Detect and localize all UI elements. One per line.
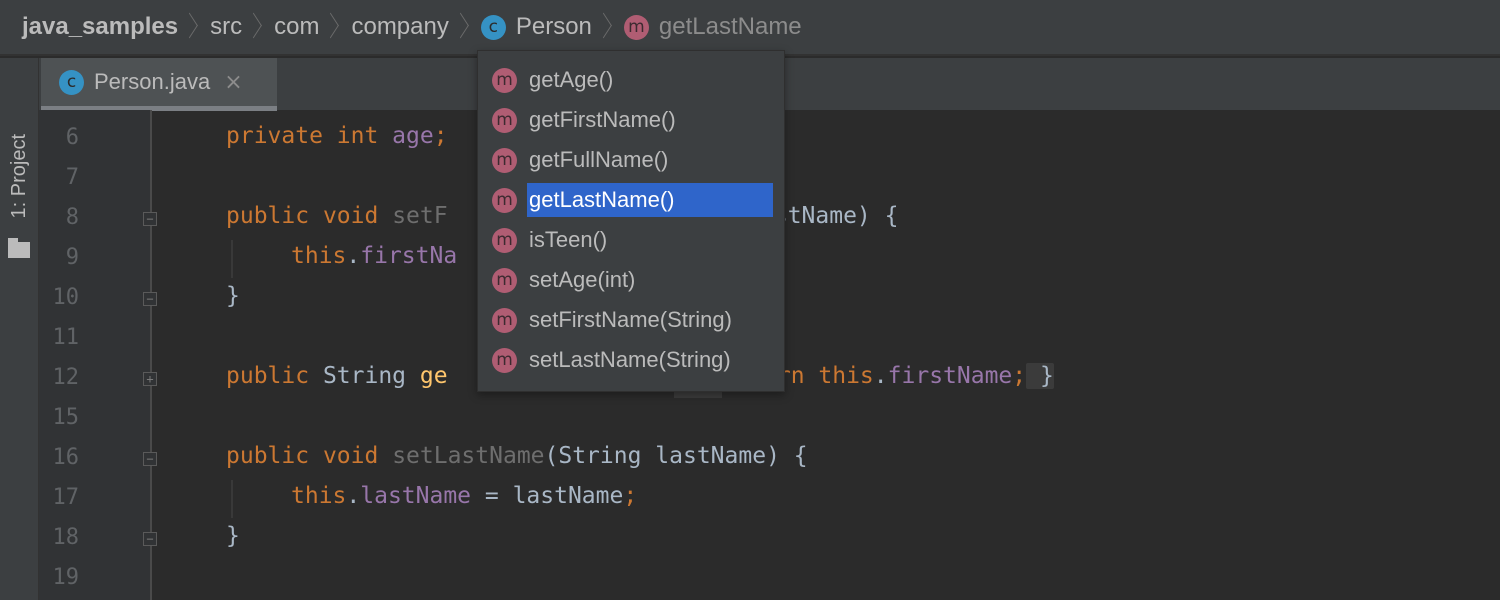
breadcrumb-java-samples[interactable]: java_samples (22, 13, 178, 41)
popup-item-setlastname[interactable]: m setLastName(String) (492, 340, 733, 380)
popup-item-setage[interactable]: m setAge(int) (492, 260, 637, 300)
breadcrumb-src[interactable]: src (210, 13, 242, 41)
breadcrumb-separator (600, 12, 614, 42)
breadcrumb-separator (327, 12, 341, 42)
code-line-9[interactable]: this.firstNa (291, 243, 457, 269)
fold-collapse-icon[interactable]: − (143, 452, 157, 466)
line-number: 6 (65, 125, 79, 150)
indent-guide (231, 480, 233, 518)
code-line-12[interactable]: public String ge (226, 363, 448, 389)
method-icon: m (492, 147, 517, 173)
indent-guide (231, 240, 233, 278)
method-icon: m (492, 347, 517, 373)
method-icon: m (492, 67, 517, 93)
line-number: 10 (52, 285, 80, 310)
breadcrumb-separator (250, 12, 264, 42)
breadcrumb-company[interactable]: company (351, 13, 448, 41)
method-icon: m (623, 14, 649, 40)
popup-item-getlastname[interactable]: m getLastName() (492, 180, 773, 220)
class-icon: c (59, 69, 84, 95)
tab-person-java[interactable]: c Person.java × (41, 58, 277, 111)
code-line-12-tail[interactable]: urn this.firstName; } (763, 363, 1054, 389)
line-number: 19 (52, 565, 80, 590)
popup-item-getage[interactable]: m getAge() (492, 60, 615, 100)
code-line-6[interactable]: private int age; (226, 123, 448, 149)
line-number: 11 (52, 325, 80, 350)
fold-end-icon[interactable]: − (143, 292, 157, 306)
popup-item-getfirstname[interactable]: m getFirstName() (492, 100, 678, 140)
code-line-17[interactable]: this.lastName = lastName; (291, 483, 637, 509)
method-icon: m (492, 307, 517, 333)
method-icon: m (492, 267, 517, 293)
line-number: 17 (52, 485, 80, 510)
fold-end-icon[interactable]: − (143, 532, 157, 546)
close-icon[interactable]: × (224, 70, 242, 95)
code-line-8[interactable]: public void setF (226, 203, 448, 229)
breadcrumb-bar: java_samples src com company c Person m ge… (0, 0, 1500, 56)
line-number: 18 (52, 525, 80, 550)
code-line-16[interactable]: public void setLastName(String lastName)… (226, 443, 808, 469)
class-icon: c (480, 14, 506, 40)
folded-brace[interactable]: } (1026, 363, 1054, 389)
folder-icon[interactable] (8, 238, 30, 258)
line-number: 12 (52, 365, 80, 390)
fold-expand-icon[interactable]: + (143, 372, 157, 386)
breadcrumb-com[interactable]: com (274, 13, 319, 41)
method-navigation-popup: m getAge() m getFirstName() m getFullName()… (477, 50, 785, 392)
line-number: 7 (65, 165, 79, 190)
code-line-18[interactable]: } (226, 523, 240, 549)
line-number: 8 (65, 205, 79, 230)
popup-item-isteen[interactable]: m isTeen() (492, 220, 609, 260)
method-icon: m (492, 107, 517, 133)
popup-item-getfullname[interactable]: m getFullName() (492, 140, 670, 180)
code-line-10[interactable]: } (226, 283, 240, 309)
tool-window-strip: 1: Project (0, 58, 39, 600)
line-number: 15 (52, 405, 80, 430)
breadcrumb-separator (457, 12, 471, 42)
line-number: 9 (65, 245, 79, 270)
line-number: 16 (52, 445, 80, 470)
popup-item-setfirstname[interactable]: m setFirstName(String) (492, 300, 734, 340)
project-tool-button[interactable]: 1: Project (8, 134, 31, 218)
breadcrumb-getlastname[interactable]: m getLastName (623, 13, 802, 41)
method-icon: m (492, 227, 517, 253)
breadcrumb-separator (186, 12, 200, 42)
method-icon: m (492, 187, 517, 213)
breadcrumb-person[interactable]: c Person (480, 13, 592, 41)
tab-label: Person.java (94, 69, 211, 94)
fold-collapse-icon[interactable]: − (143, 212, 157, 226)
fold-guide-line (150, 110, 152, 600)
